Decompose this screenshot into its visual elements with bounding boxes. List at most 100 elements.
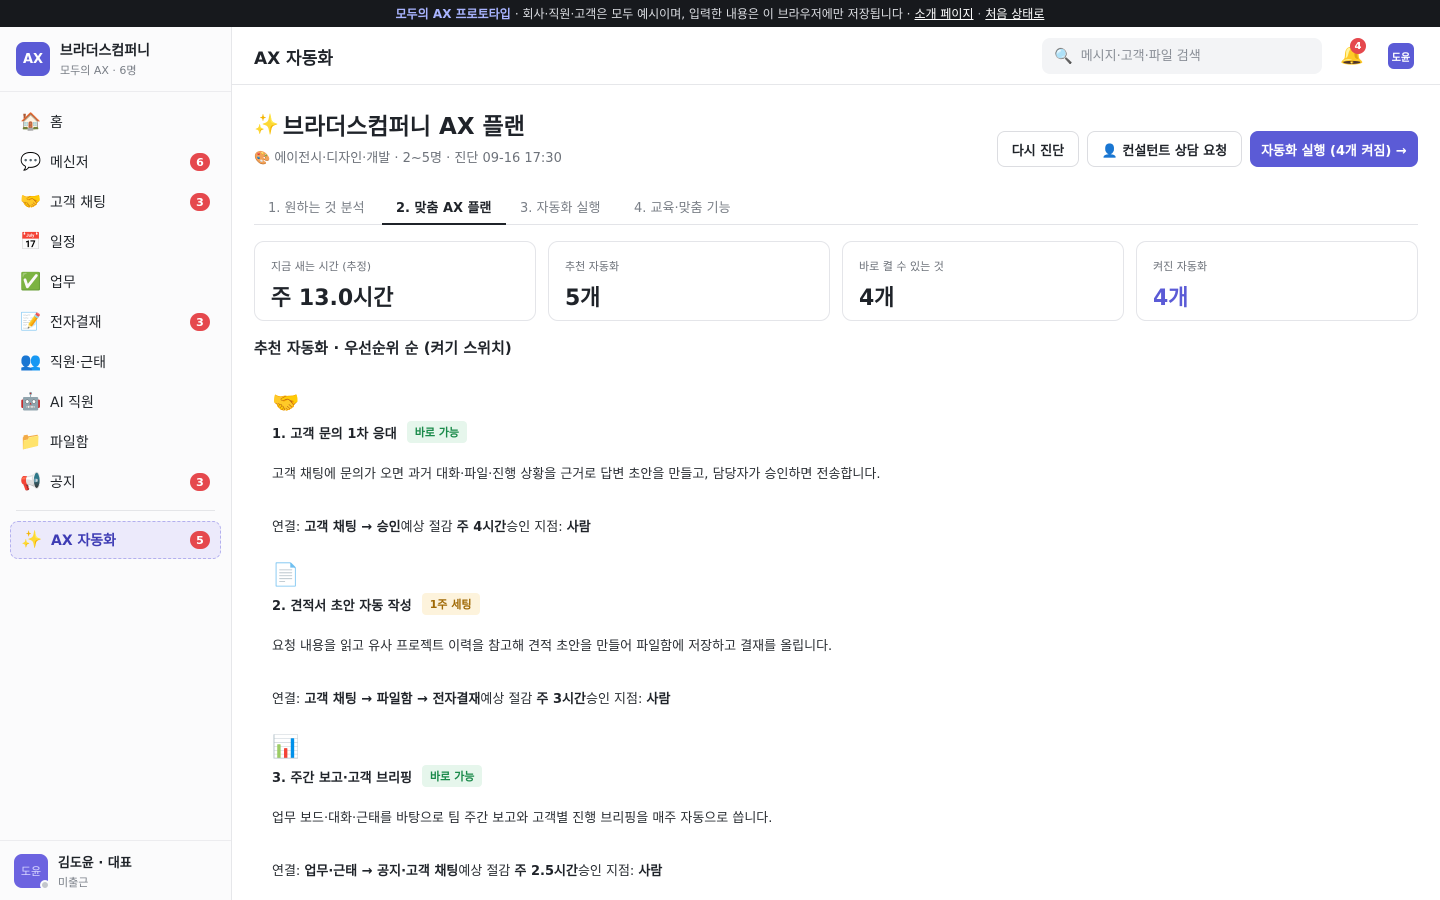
home-icon: 🏠 (20, 112, 42, 132)
recommendation-description: 요청 내용을 읽고 유사 프로젝트 이력을 참고해 견적 초안을 만들어 파일함… (272, 639, 833, 654)
banner-highlight: 모두의 AX 프로토타입 (395, 7, 511, 21)
sidebar-item-label: 홈 (50, 115, 63, 131)
sidebar-item[interactable]: 💬 메신저 6 (0, 142, 231, 182)
search-box[interactable]: 🔍 (1042, 38, 1322, 74)
stat-value: 주 13.0시간 (271, 286, 394, 311)
rediagnose-button[interactable]: 다시 진단 (997, 131, 1079, 167)
savings-value: 주 3시간 (536, 692, 586, 707)
sidebar-item-badge: 3 (190, 193, 210, 211)
avatar: 도윤 (14, 853, 50, 890)
sidebar-item-label: 업무 (50, 275, 76, 291)
tab[interactable]: 2. 맞춤 AX 플랜 (382, 189, 506, 225)
recommendation-card: 🤝 1. 고객 문의 1차 응대 바로 가능 고객 채팅에 문의가 오면 과거 … (272, 391, 1412, 535)
sidebar-item[interactable]: ✅ 업무 (0, 262, 231, 302)
sidebar-nav: 🏠 홈 💬 메신저 6 🤝 고객 채팅 3 📅 일정 ✅ 업무 📝 전자결재 3 👥 직원·근태 🤖… (0, 92, 231, 559)
banner-separator: · (977, 6, 982, 21)
presence-dot (40, 879, 50, 890)
section-title: 추천 자동화 · 우선순위 순 (켜기 스위치) (254, 339, 512, 357)
sidebar-item[interactable]: 📢 공지 3 (0, 462, 231, 502)
sidebar-item[interactable]: 📝 전자결재 3 (0, 302, 231, 342)
calendar-icon: 📅 (20, 232, 42, 252)
tab[interactable]: 1. 원하는 것 분석 (254, 189, 379, 225)
stat-label: 켜진 자동화 (1153, 260, 1208, 273)
connection-path: 고객 채팅 → 파일함 → 전자결재 (304, 692, 481, 707)
sidebar-item-label: 일정 (50, 235, 76, 251)
sidebar-item-badge: 3 (190, 473, 210, 491)
sidebar-item[interactable]: 👥 직원·근태 (0, 342, 231, 382)
stat-card: 켜진 자동화 4개 (1136, 241, 1418, 321)
consult-request-button[interactable]: 👤 컨설턴트 상담 요청 (1087, 131, 1242, 167)
savings-label: 예상 절감 (458, 864, 515, 879)
handshake-icon: 🤝 (272, 391, 300, 416)
top-avatar[interactable]: 도윤 (1388, 43, 1414, 69)
banner-link-intro[interactable]: 소개 페이지 (915, 5, 974, 22)
stat-card: 추천 자동화 5개 (548, 241, 830, 321)
recommendation-card: 📄 2. 견적서 초안 자동 작성 1주 세팅 요청 내용을 읽고 유사 프로젝… (272, 563, 1412, 707)
org-subtitle: 모두의 AX · 6명 (60, 64, 137, 77)
banner-link-reset[interactable]: 처음 상태로 (985, 5, 1044, 22)
notification-badge: 4 (1350, 38, 1366, 54)
page-title: AX 자동화 (254, 49, 334, 69)
check-icon: ✅ (20, 272, 42, 292)
sparkles-icon: ✨ (254, 112, 279, 136)
stat-label: 지금 새는 시간 (추정) (271, 260, 372, 273)
connection-label: 연결: (272, 864, 305, 879)
org-name: 브라더스컴퍼니 (60, 43, 151, 59)
sidebar-item[interactable]: 🤖 AI 직원 (0, 382, 231, 422)
approval-value: 사람 (638, 864, 663, 879)
org-header[interactable]: AX 브라더스컴퍼니 모두의 AX · 6명 (0, 27, 231, 92)
savings-value: 주 4시간 (456, 520, 507, 535)
sidebar-item-badge: 3 (190, 313, 210, 331)
sidebar-item-label: 직원·근태 (50, 355, 106, 371)
tab[interactable]: 4. 교육·맞춤 기능 (620, 189, 745, 225)
sidebar-item-label: 고객 채팅 (50, 195, 106, 211)
recommendation-connection: 연결: 고객 채팅 → 파일함 → 전자결재예상 절감 주 3시간승인 지점: … (272, 688, 1412, 707)
stat-value: 4개 (1153, 286, 1189, 311)
document-icon: 📄 (272, 563, 300, 588)
sidebar-item-label: 파일함 (50, 435, 89, 451)
avatar-initials: 도윤 (20, 864, 42, 878)
recommendation-connection: 연결: 업무·근태 → 공지·고객 채팅예상 절감 주 2.5시간승인 지점: … (272, 860, 1412, 879)
user-profile[interactable]: 도윤 김도윤 · 대표 미출근 (0, 840, 231, 900)
nav-divider (16, 510, 215, 511)
connection-label: 연결: (272, 520, 305, 535)
sidebar-item[interactable]: 🏠 홈 (0, 102, 231, 142)
plan-title: ✨ 브라더스컴퍼니 AX 플랜 (254, 107, 525, 141)
sidebar-item-label: AX 자동화 (51, 533, 117, 549)
run-automation-button[interactable]: 자동화 실행 (4개 켜짐) → (1250, 131, 1418, 167)
topbar: AX 자동화 🔍 🔔 4 도윤 (232, 27, 1440, 85)
sidebar-item[interactable]: 🤝 고객 채팅 3 (0, 182, 231, 222)
banner-text: · 회사·직원·고객은 모두 예시이며, 입력한 내용은 이 브라우저에만 저장… (514, 7, 911, 21)
sidebar-item-ax-automation[interactable]: ✨ AX 자동화 5 (10, 521, 221, 559)
sidebar-item[interactable]: 📅 일정 (0, 222, 231, 262)
approval-value: 사람 (646, 692, 671, 707)
connection-path: 고객 채팅 → 승인 (304, 520, 401, 535)
stat-label: 추천 자동화 (565, 260, 620, 273)
approval-label: 승인 지점: (577, 864, 639, 879)
recommendation-connection: 연결: 고객 채팅 → 승인예상 절감 주 4시간승인 지점: 사람 (272, 516, 1412, 535)
sidebar-item[interactable]: 📁 파일함 (0, 422, 231, 462)
plan-tabs: 1. 원하는 것 분석 2. 맞춤 AX 플랜 3. 자동화 실행 4. 교육·맞춤 … (254, 189, 1418, 225)
main-content: ✨ 브라더스컴퍼니 AX 플랜 🎨 에이전시·디자인·개발 · 2~5명 · 진… (232, 85, 1440, 900)
stat-value: 5개 (565, 286, 601, 311)
notification-button[interactable]: 🔔 4 (1340, 38, 1366, 66)
sidebar-item-label: 공지 (50, 475, 76, 491)
status-badge: 바로 가능 (406, 421, 468, 443)
user-status: 미출근 (58, 875, 89, 889)
recommendation-description: 업무 보드·대화·근태를 바탕으로 팀 주간 보고와 고객별 진행 브리핑을 매… (272, 811, 773, 826)
tab[interactable]: 3. 자동화 실행 (506, 189, 614, 225)
stat-card: 지금 새는 시간 (추정) 주 13.0시간 (254, 241, 536, 321)
recommendation-card: 📊 3. 주간 보고·고객 브리핑 바로 가능 업무 보드·대화·근태를 바탕으… (272, 735, 1412, 879)
recommendation-title: 2. 견적서 초안 자동 작성 (272, 598, 412, 614)
plan-title-text: 브라더스컴퍼니 AX 플랜 (282, 114, 525, 140)
sidebar-item-label: 메신저 (50, 155, 89, 171)
savings-label: 예상 절감 (480, 692, 537, 707)
sidebar-item-label: 전자결재 (50, 315, 102, 331)
sidebar-item-badge: 5 (190, 531, 210, 549)
megaphone-icon: 📢 (20, 472, 42, 492)
search-input[interactable] (1080, 48, 1311, 64)
prototype-banner: 모두의 AX 프로토타입 · 회사·직원·고객은 모두 예시이며, 입력한 내용… (0, 0, 1440, 27)
recommendation-description: 고객 채팅에 문의가 오면 과거 대화·파일·진행 상황을 근거로 답변 초안을… (272, 467, 881, 482)
sidebar: AX 브라더스컴퍼니 모두의 AX · 6명 🏠 홈 💬 메신저 6 🤝 고객 채팅 3… (0, 27, 232, 900)
stat-card: 바로 켤 수 있는 것 4개 (842, 241, 1124, 321)
